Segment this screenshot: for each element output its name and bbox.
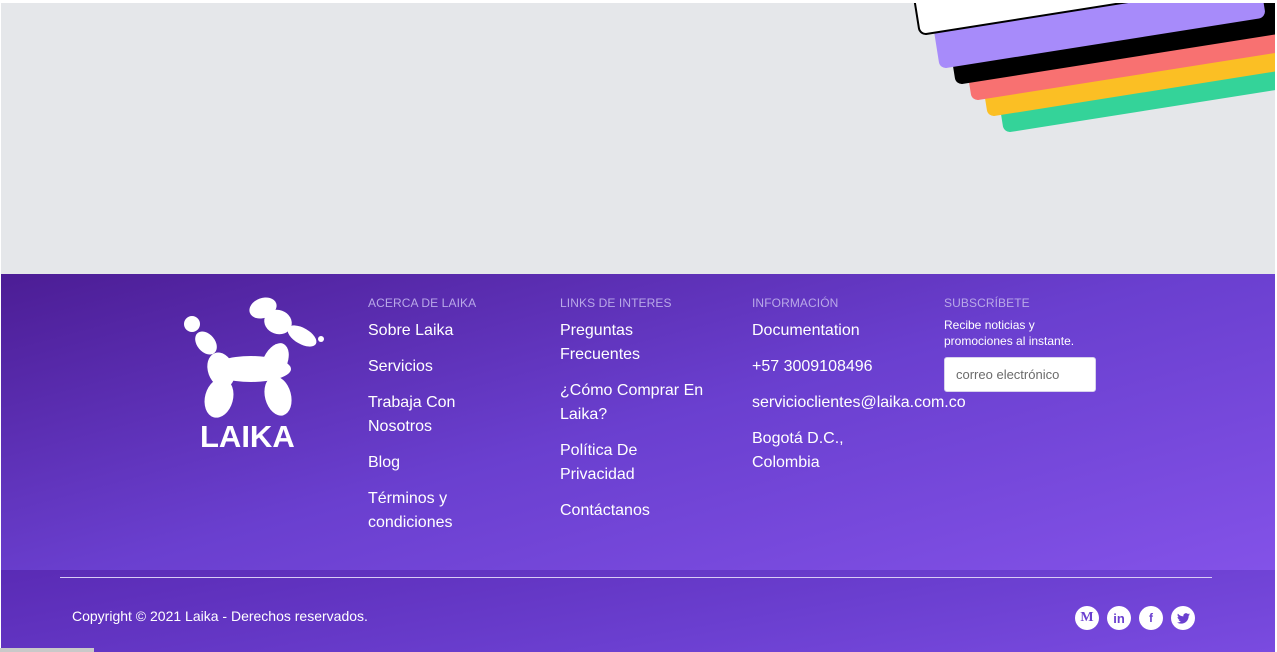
facebook-icon[interactable]: f xyxy=(1139,606,1163,630)
hero-area xyxy=(1,3,1275,274)
site-footer: LAIKA ACERCA DE LAIKA Sobre Laika Servic… xyxy=(1,274,1275,570)
stacked-cards-illustration xyxy=(898,3,1275,132)
linkedin-icon[interactable]: in xyxy=(1107,606,1131,630)
email-link[interactable]: servicioclientes@laika.com.co xyxy=(752,391,992,415)
link-preguntas-frecuentes[interactable]: Preguntas Frecuentes xyxy=(560,319,670,367)
subscribe-description: Recibe noticias y promociones al instant… xyxy=(944,318,1075,348)
link-servicios[interactable]: Servicios xyxy=(368,355,478,379)
divider xyxy=(60,577,1212,578)
footer-column-subscribe: SUBSCRÍBETE Recibe noticias y promocione… xyxy=(944,296,1114,392)
footer-column-links: LINKS DE INTERES Preguntas Frecuentes ¿C… xyxy=(560,296,730,535)
medium-icon[interactable]: M xyxy=(1075,606,1099,630)
twitter-bird-shape xyxy=(1176,612,1190,624)
copyright-text: Copyright © 2021 Laika - Derechos reserv… xyxy=(72,608,368,624)
link-terminos[interactable]: Términos y condiciones xyxy=(368,487,478,535)
twitter-icon[interactable] xyxy=(1171,606,1195,630)
link-trabaja-con-nosotros[interactable]: Trabaja Con Nosotros xyxy=(368,391,478,439)
subscribe-email-input[interactable] xyxy=(944,357,1096,392)
link-como-comprar[interactable]: ¿Cómo Comprar En Laika? xyxy=(560,379,705,427)
link-blog[interactable]: Blog xyxy=(368,451,478,475)
bottom-bar: Copyright © 2021 Laika - Derechos reserv… xyxy=(1,570,1275,652)
address-text: Bogotá D.C., Colombia xyxy=(752,430,844,471)
column-heading: SUBSCRÍBETE xyxy=(944,296,1030,310)
footer-column-about: ACERCA DE LAIKA Sobre Laika Servicios Tr… xyxy=(368,296,538,547)
column-heading: ACERCA DE LAIKA xyxy=(368,296,477,310)
facebook-glyph: f xyxy=(1149,611,1153,625)
column-heading: LINKS DE INTERES xyxy=(560,296,672,310)
social-links: M in f xyxy=(1075,606,1195,630)
svg-text:LAIKA: LAIKA xyxy=(200,419,295,452)
link-contactanos[interactable]: Contáctanos xyxy=(560,499,670,523)
link-politica-privacidad[interactable]: Política De Privacidad xyxy=(560,439,670,487)
horizontal-scrollbar[interactable] xyxy=(0,648,94,652)
balloon-dog-logo-icon: LAIKA xyxy=(184,297,324,454)
laika-logo[interactable]: LAIKA xyxy=(181,292,326,454)
link-sobre-laika[interactable]: Sobre Laika xyxy=(368,319,478,343)
linkedin-glyph: in xyxy=(1113,610,1125,626)
medium-glyph: M xyxy=(1080,610,1094,625)
